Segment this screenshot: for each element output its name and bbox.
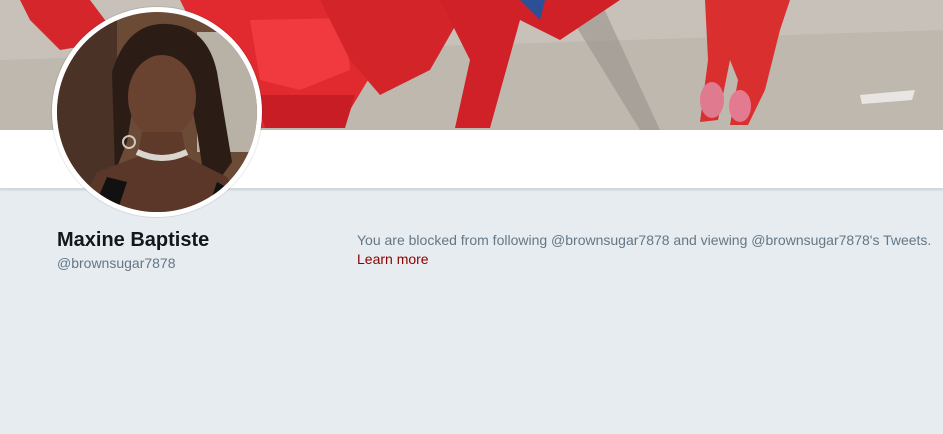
profile-page: Maxine Baptiste @brownsugar7878 You are … [0, 0, 943, 434]
blocked-notice: You are blocked from following @brownsug… [357, 232, 932, 248]
avatar[interactable] [57, 12, 257, 212]
profile-name: Maxine Baptiste [57, 229, 210, 251]
learn-more-link[interactable]: Learn more [357, 250, 429, 269]
avatar-frame [52, 7, 262, 217]
profile-handle: @brownsugar7878 [57, 255, 176, 271]
